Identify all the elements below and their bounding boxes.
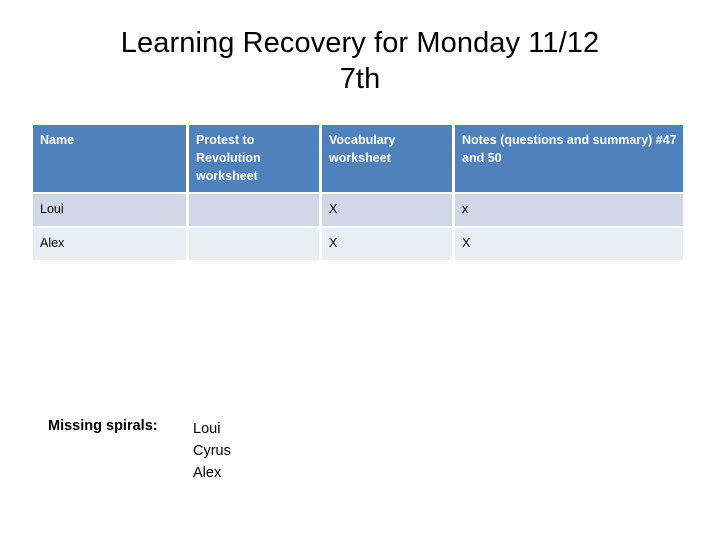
assignment-table-container: Name Protest to Revolution worksheet Voc… xyxy=(33,125,683,260)
missing-spirals-list: Loui Cyrus Alex xyxy=(193,418,231,484)
cell-notes-mark: x xyxy=(455,194,683,228)
column-header-protest-to-revolution-worksheet: Protest to Revolution worksheet xyxy=(189,125,322,195)
table-body: Loui X x Alex X X xyxy=(33,194,683,260)
cell-student-name: Alex xyxy=(33,228,189,260)
cell-notes-mark: X xyxy=(455,228,683,260)
page-title-line-2: 7th xyxy=(339,62,381,95)
cell-vocabulary-mark: X xyxy=(322,194,455,228)
cell-protest-mark xyxy=(189,228,322,260)
table-header: Name Protest to Revolution worksheet Voc… xyxy=(33,125,683,195)
column-header-vocabulary-worksheet: Vocabulary worksheet xyxy=(322,125,455,195)
list-item: Loui xyxy=(193,421,221,437)
page-title: Learning Recovery for Monday 11/12 7th xyxy=(36,26,684,98)
column-header-name: Name xyxy=(33,125,189,195)
column-header-notes: Notes (questions and summary) #47 and 50 xyxy=(455,125,683,195)
table-row: Alex X X xyxy=(33,228,683,260)
table-header-row: Name Protest to Revolution worksheet Voc… xyxy=(33,125,683,195)
missing-spirals-label: Missing spirals: xyxy=(48,418,158,434)
cell-vocabulary-mark: X xyxy=(322,228,455,260)
slide: Learning Recovery for Monday 11/12 7th N… xyxy=(0,0,720,540)
cell-protest-mark xyxy=(189,194,322,228)
page-title-line-1: Learning Recovery for Monday 11/12 xyxy=(120,27,600,59)
assignment-table: Name Protest to Revolution worksheet Voc… xyxy=(33,125,683,260)
cell-student-name: Loui xyxy=(33,194,189,228)
table-row: Loui X x xyxy=(33,194,683,228)
list-item: Cyrus xyxy=(193,443,231,460)
list-item: Alex xyxy=(193,465,222,482)
